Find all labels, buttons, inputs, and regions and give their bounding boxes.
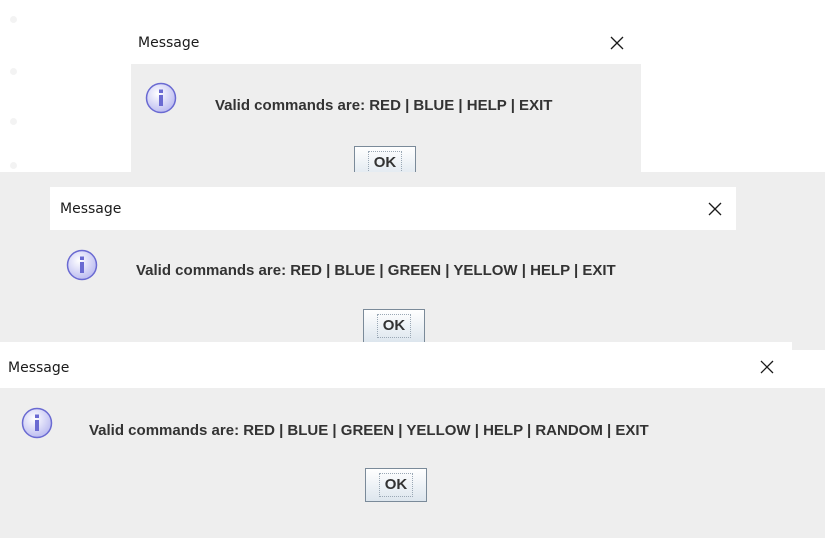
close-icon[interactable] [707,201,723,217]
dialog-body: Valid commands are: RED | BLUE | GREEN |… [0,388,825,538]
dialog-title: Message [8,360,70,376]
dialog-title: Message [60,200,122,217]
close-icon[interactable] [759,359,775,375]
dialog-message: Valid commands are: RED | BLUE | HELP | … [215,97,553,114]
ok-button-label: OK [376,314,412,338]
dialog-title-bar[interactable]: Message [131,22,641,64]
ok-button[interactable]: OK [363,309,425,343]
info-icon [145,82,177,114]
dialog-message: Valid commands are: RED | BLUE | GREEN |… [89,422,649,439]
ok-button-label: OK [378,473,414,497]
info-icon [66,249,98,281]
message-dialog-3: Message Valid commands are: RED | BLUE |… [0,342,825,538]
ok-button[interactable]: OK [365,468,427,502]
dialog-title: Message [138,35,200,51]
close-icon[interactable] [609,35,625,51]
dialog-message: Valid commands are: RED | BLUE | GREEN |… [136,262,616,279]
dialog-title-bar[interactable]: Message [0,342,792,388]
dialog-title-bar[interactable]: Message [50,187,736,230]
info-icon [21,407,53,439]
message-dialog-2: Message Valid commands are: RED | BLUE |… [0,172,825,352]
